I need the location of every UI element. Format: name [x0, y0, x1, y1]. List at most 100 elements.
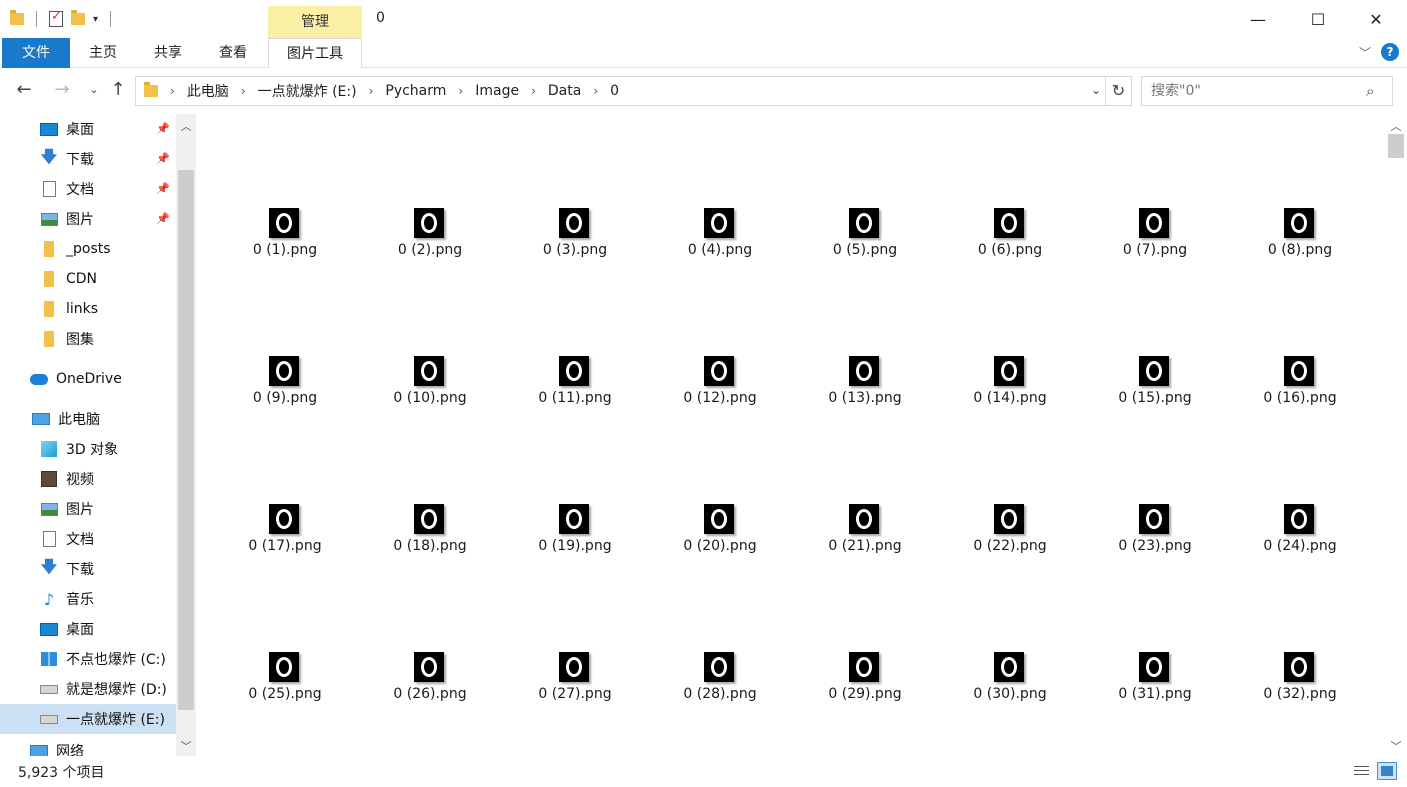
- up-button[interactable]: ↑: [106, 78, 130, 102]
- details-view-icon[interactable]: [1351, 762, 1371, 780]
- sidebar-item[interactable]: 文档 📌: [0, 174, 176, 204]
- file-item[interactable]: 0 (5).png: [795, 208, 935, 288]
- minimize-button[interactable]: —: [1228, 0, 1288, 38]
- sidebar-item[interactable]: links: [0, 294, 176, 324]
- address-bar[interactable]: › 此电脑 › 一点就爆炸 (E:) › Pycharm › Image › Data ›…: [135, 76, 1106, 106]
- sidebar-item[interactable]: _posts: [0, 234, 176, 264]
- file-item[interactable]: 0 (24).png: [1230, 504, 1370, 584]
- large-icons-view-icon[interactable]: [1377, 762, 1397, 780]
- file-item[interactable]: 0 (9).png: [215, 356, 355, 436]
- sidebar-item[interactable]: 🡇 下载: [0, 554, 176, 584]
- breadcrumb-data[interactable]: Data: [548, 83, 581, 99]
- file-item[interactable]: 0 (15).png: [1085, 356, 1225, 436]
- sidebar-item[interactable]: 不点也爆炸 (C:): [0, 644, 176, 674]
- file-item[interactable]: 0 (3).png: [505, 208, 645, 288]
- chevron-right-icon[interactable]: ›: [458, 84, 463, 98]
- breadcrumb-pycharm[interactable]: Pycharm: [385, 83, 446, 99]
- sidebar-item[interactable]: 网络: [0, 736, 176, 756]
- tab-view[interactable]: 查看: [208, 38, 258, 68]
- file-item[interactable]: 0 (17).png: [215, 504, 355, 584]
- file-item[interactable]: 0 (29).png: [795, 652, 935, 732]
- sidebar-item[interactable]: 图片: [0, 494, 176, 524]
- file-item[interactable]: 0 (10).png: [360, 356, 500, 436]
- scroll-up-icon[interactable]: ︿: [176, 118, 196, 134]
- chevron-right-icon[interactable]: ›: [170, 84, 175, 98]
- file-item[interactable]: 0 (27).png: [505, 652, 645, 732]
- breadcrumb-drive-e[interactable]: 一点就爆炸 (E:): [258, 81, 357, 101]
- sidebar-item[interactable]: OneDrive: [0, 364, 176, 394]
- file-item[interactable]: 0 (31).png: [1085, 652, 1225, 732]
- file-item[interactable]: 0 (14).png: [940, 356, 1080, 436]
- scroll-down-icon[interactable]: ﹀: [176, 738, 196, 754]
- file-item[interactable]: 0 (7).png: [1085, 208, 1225, 288]
- chevron-right-icon[interactable]: ›: [593, 84, 598, 98]
- new-folder-icon[interactable]: [71, 10, 85, 25]
- chevron-right-icon[interactable]: ›: [241, 84, 246, 98]
- file-item[interactable]: 0 (1).png: [215, 208, 355, 288]
- help-icon[interactable]: ?: [1381, 43, 1399, 61]
- sidebar-item[interactable]: ♪ 音乐: [0, 584, 176, 614]
- file-item[interactable]: 0 (11).png: [505, 356, 645, 436]
- file-item[interactable]: 0 (2).png: [360, 208, 500, 288]
- sidebar-item[interactable]: 图片 📌: [0, 204, 176, 234]
- tab-share[interactable]: 共享: [143, 38, 193, 68]
- tab-manage[interactable]: 管理: [268, 6, 362, 38]
- sidebar-item[interactable]: 3D 对象: [0, 434, 176, 464]
- file-item[interactable]: 0 (12).png: [650, 356, 790, 436]
- close-button[interactable]: ✕: [1346, 0, 1406, 38]
- sidebar-scroll-thumb[interactable]: [178, 170, 194, 710]
- file-item[interactable]: 0 (32).png: [1230, 652, 1370, 732]
- customize-toolbar-icon[interactable]: ▾: [93, 14, 98, 25]
- file-item[interactable]: 0 (26).png: [360, 652, 500, 732]
- sidebar-item[interactable]: 就是想爆炸 (D:): [0, 674, 176, 704]
- scroll-up-icon[interactable]: ︿: [1385, 118, 1407, 134]
- search-input[interactable]: [1141, 76, 1393, 106]
- file-item[interactable]: 0 (23).png: [1085, 504, 1225, 584]
- sidebar-item[interactable]: CDN: [0, 264, 176, 294]
- onedrive-icon: [30, 371, 48, 387]
- sidebar-item[interactable]: 图集: [0, 324, 176, 354]
- recent-locations-icon[interactable]: ⌄: [82, 78, 106, 102]
- breadcrumb-0[interactable]: 0: [610, 83, 619, 99]
- file-item[interactable]: 0 (16).png: [1230, 356, 1370, 436]
- file-item[interactable]: 0 (25).png: [215, 652, 355, 732]
- file-item[interactable]: 0 (20).png: [650, 504, 790, 584]
- refresh-button[interactable]: ↻: [1106, 76, 1132, 106]
- sidebar-item[interactable]: 🡇 下载 📌: [0, 144, 176, 174]
- forward-button[interactable]: →: [50, 78, 74, 102]
- file-item[interactable]: 0 (8).png: [1230, 208, 1370, 288]
- properties-icon[interactable]: [49, 9, 63, 27]
- scroll-down-icon[interactable]: ﹀: [1385, 738, 1407, 754]
- sidebar-scrollbar[interactable]: ︿ ﹀: [176, 114, 196, 756]
- breadcrumb-this-pc[interactable]: 此电脑: [187, 81, 229, 101]
- sidebar-item[interactable]: 桌面 📌: [0, 114, 176, 144]
- file-item[interactable]: 0 (22).png: [940, 504, 1080, 584]
- breadcrumb-image[interactable]: Image: [475, 83, 519, 99]
- sidebar-item[interactable]: 桌面: [0, 614, 176, 644]
- back-button[interactable]: ←: [12, 78, 36, 102]
- content-scrollbar[interactable]: ︿ ﹀: [1385, 114, 1407, 756]
- chevron-right-icon[interactable]: ›: [369, 84, 374, 98]
- chevron-right-icon[interactable]: ›: [531, 84, 536, 98]
- search-icon[interactable]: ⌕: [1366, 82, 1374, 100]
- file-item[interactable]: 0 (6).png: [940, 208, 1080, 288]
- tab-picture-tools[interactable]: 图片工具: [268, 38, 362, 68]
- sidebar-item[interactable]: 一点就爆炸 (E:): [0, 704, 176, 734]
- tab-file[interactable]: 文件: [2, 38, 70, 68]
- file-item[interactable]: 0 (30).png: [940, 652, 1080, 732]
- file-item[interactable]: 0 (19).png: [505, 504, 645, 584]
- chevron-down-icon[interactable]: ⌄: [1091, 83, 1101, 97]
- file-item[interactable]: 0 (13).png: [795, 356, 935, 436]
- sidebar-item[interactable]: 视频: [0, 464, 176, 494]
- file-item[interactable]: 0 (28).png: [650, 652, 790, 732]
- file-item[interactable]: 0 (21).png: [795, 504, 935, 584]
- sidebar-item[interactable]: 此电脑: [0, 404, 176, 434]
- maximize-button[interactable]: ☐: [1288, 0, 1348, 38]
- file-item[interactable]: 0 (18).png: [360, 504, 500, 584]
- handwritten-zero: [1001, 657, 1017, 677]
- sidebar-item[interactable]: 文档: [0, 524, 176, 554]
- content-scroll-thumb[interactable]: [1388, 134, 1404, 158]
- file-item[interactable]: 0 (4).png: [650, 208, 790, 288]
- tab-home[interactable]: 主页: [78, 38, 128, 68]
- expand-ribbon-icon[interactable]: ﹀: [1359, 44, 1371, 61]
